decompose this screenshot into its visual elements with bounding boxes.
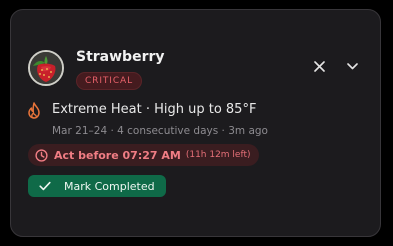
expand-button[interactable] [341,55,363,77]
strawberry-icon [30,52,62,84]
deadline-label: Act before 07:27 AM [54,148,181,162]
alert-card: Strawberry CRITICAL Extreme Heat · High … [10,9,381,237]
close-icon [313,60,325,72]
alert-headline: Extreme Heat · High up to 85°F [52,102,257,117]
chevron-down-icon [346,62,358,69]
close-button[interactable] [308,55,330,77]
crop-avatar [28,50,64,86]
severity-badge: CRITICAL [76,72,142,90]
check-icon [39,181,51,191]
mark-completed-button[interactable]: Mark Completed [28,175,166,197]
mark-completed-label: Mark Completed [64,179,155,193]
deadline-chip: Act before 07:27 AM (11h 12m left) [28,144,259,166]
deadline-remaining: (11h 12m left) [185,150,251,160]
flame-icon [27,102,41,119]
crop-title: Strawberry [76,49,165,65]
clock-icon [35,148,48,162]
alert-details: Mar 21–24 · 4 consecutive days · 3m ago [52,125,268,137]
